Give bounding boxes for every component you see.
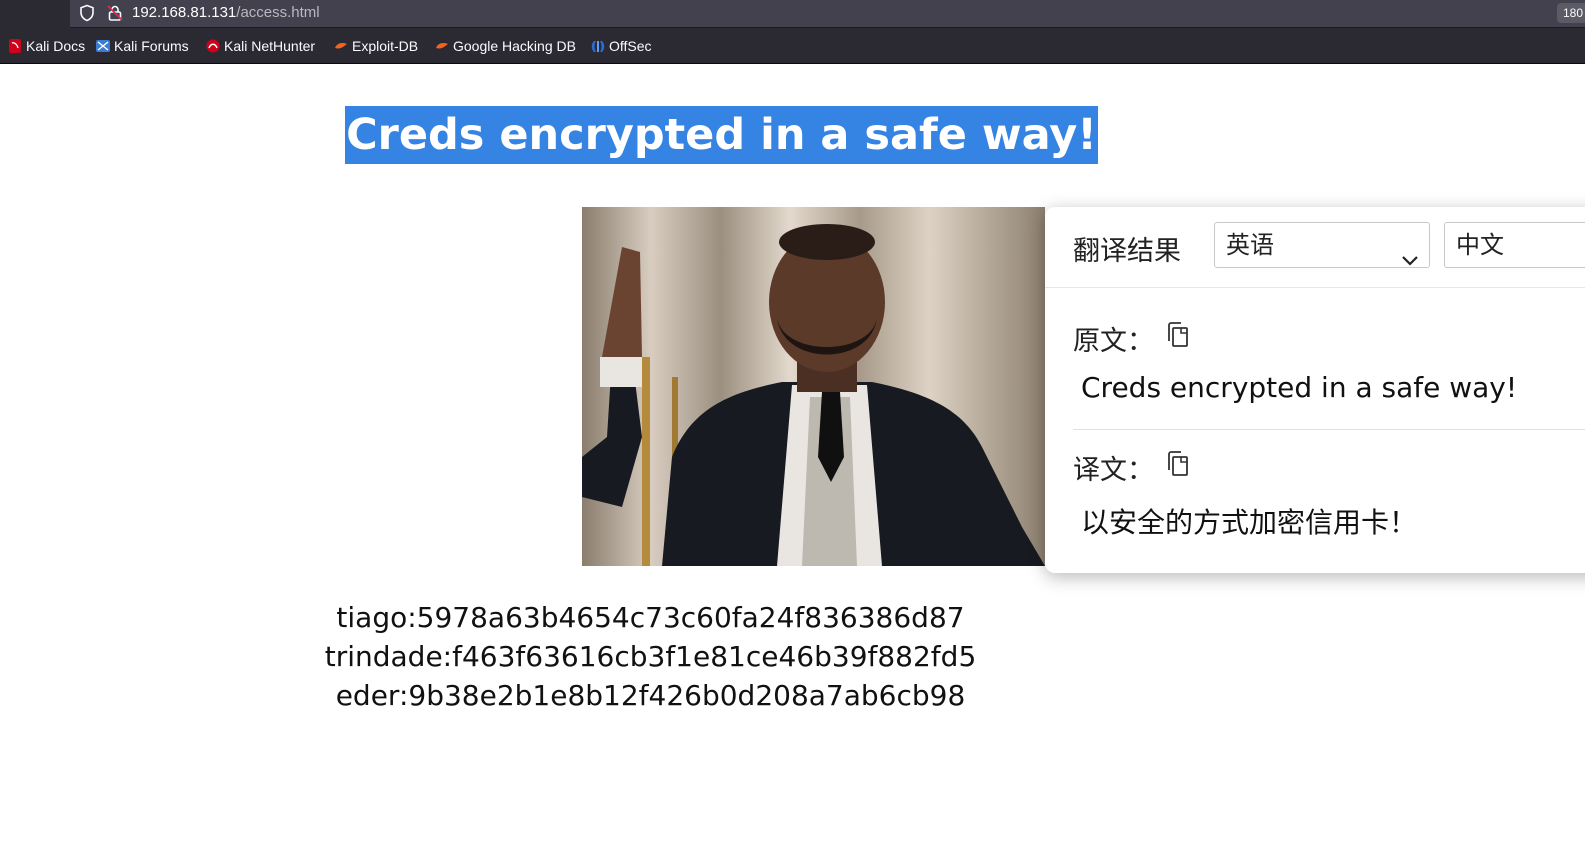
- bookmark-label: Exploit-DB: [352, 38, 419, 54]
- page-title-wrapper: Creds encrypted in a safe way!: [0, 106, 1585, 164]
- credential-line: tiago:5978a63b4654c73c60fa24f836386d87: [336, 601, 965, 634]
- page-title: Creds encrypted in a safe way!: [345, 106, 1098, 164]
- bookmark-kali-docs[interactable]: Kali Docs: [8, 36, 85, 56]
- google-hacking-db-icon: [435, 39, 449, 53]
- zoom-level-badge[interactable]: 180: [1556, 3, 1585, 23]
- copy-icon[interactable]: [1166, 451, 1190, 484]
- target-language-select[interactable]: 中文: [1444, 222, 1585, 268]
- original-text: Creds encrypted in a safe way!: [1081, 371, 1518, 404]
- bookmark-label: OffSec: [609, 38, 652, 54]
- meme-photo: [582, 207, 1045, 566]
- address-bar[interactable]: 192.168.81.131/access.html 180: [70, 0, 1585, 28]
- translation-popup: 翻译结果 英语 中文 原文： Creds encrypted in a safe…: [1045, 207, 1585, 573]
- offsec-icon: [591, 39, 605, 53]
- source-language-select[interactable]: 英语: [1214, 222, 1430, 268]
- bookmark-kali-nethunter[interactable]: Kali NetHunter: [206, 36, 315, 56]
- translation-section-label: 译文：: [1073, 448, 1190, 487]
- bookmark-label: Kali Forums: [114, 38, 189, 54]
- exploit-db-icon: [334, 39, 348, 53]
- url-host: 192.168.81.131: [132, 4, 237, 21]
- url-path: /access.html: [236, 4, 320, 21]
- chevron-down-icon: [1401, 238, 1419, 282]
- popup-title: 翻译结果: [1073, 236, 1181, 267]
- kali-forums-icon: [96, 39, 110, 53]
- credential-line: trindade:f463f63616cb3f1e81ce46b39f882fd…: [324, 640, 977, 673]
- target-language-value: 中文: [1456, 231, 1504, 259]
- bookmark-label: Kali Docs: [26, 38, 86, 54]
- source-language-value: 英语: [1226, 231, 1274, 259]
- shield-icon[interactable]: [78, 4, 96, 26]
- bookmark-label: Kali NetHunter: [224, 38, 316, 54]
- bookmark-kali-forums[interactable]: Kali Forums: [96, 36, 189, 56]
- popup-header: 翻译结果 英语 中文: [1045, 207, 1585, 288]
- url-text[interactable]: 192.168.81.131/access.html: [132, 4, 320, 21]
- copy-icon[interactable]: [1166, 322, 1190, 355]
- toolbar-left-area: [0, 0, 70, 28]
- original-section-label: 原文：: [1073, 319, 1190, 358]
- bookmark-exploit-db[interactable]: Exploit-DB: [334, 36, 418, 56]
- original-label: 原文：: [1073, 326, 1154, 357]
- translation-text: 以安全的方式加密信用卡！: [1081, 506, 1418, 539]
- credential-line: eder:9b38e2b1e8b12f426b0d208a7ab6cb98: [335, 679, 966, 712]
- kali-nethunter-icon: [206, 39, 220, 53]
- translation-label: 译文：: [1073, 455, 1154, 486]
- credentials-list: tiago:5978a63b4654c73c60fa24f836386d87 t…: [0, 598, 1443, 715]
- bookmark-offsec[interactable]: OffSec: [591, 36, 652, 56]
- bookmarks-toolbar: Kali Docs Kali Forums Kali NetHunter Exp…: [0, 28, 1585, 64]
- section-divider: [1073, 429, 1585, 430]
- kali-docs-icon: [8, 39, 22, 53]
- insecure-lock-icon[interactable]: [106, 4, 124, 26]
- bookmark-google-hacking-db[interactable]: Google Hacking DB: [435, 36, 576, 56]
- bookmark-label: Google Hacking DB: [453, 38, 576, 54]
